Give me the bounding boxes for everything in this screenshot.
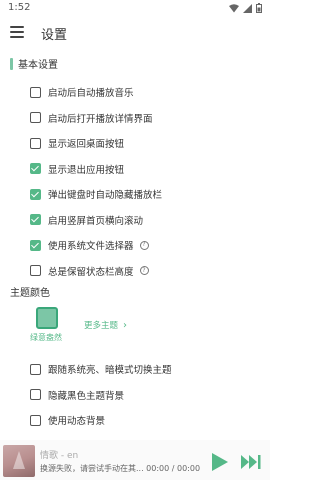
checkbox-checked[interactable]: [30, 188, 41, 200]
help-icon[interactable]: ?: [139, 266, 149, 275]
section-title-theme: 主题颜色: [10, 288, 50, 299]
status-bar: 1:52: [0, 0, 270, 18]
wifi-icon: [229, 3, 239, 12]
setting-row[interactable]: 启用竖屏首页横向滚动: [30, 211, 143, 229]
setting-label: 启用竖屏首页横向滚动: [48, 215, 144, 227]
setting-row[interactable]: 跟随系统亮、暗模式切换主题: [30, 360, 172, 378]
section-accent-bar: [10, 57, 13, 70]
setting-row[interactable]: 使用系统文件选择器?: [30, 236, 149, 254]
checkbox-unchecked[interactable]: [30, 363, 41, 375]
status-icons: [229, 3, 262, 13]
checkbox-checked[interactable]: [30, 239, 41, 251]
setting-label: 使用动态背景: [48, 416, 106, 427]
setting-label: 显示退出应用按钮: [48, 164, 125, 176]
song-status: 换源失败，请尝试手动在其... 00:00 / 00:00: [40, 464, 201, 473]
checkbox-checked[interactable]: [30, 214, 41, 225]
setting-label: 跟随系统亮、暗模式切换主题: [48, 365, 172, 376]
status-time: 1:52: [8, 2, 31, 13]
help-icon[interactable]: ?: [139, 240, 149, 250]
checkbox-unchecked[interactable]: [30, 137, 41, 149]
setting-label: 隐藏黑色主题背景: [48, 390, 125, 402]
setting-row[interactable]: 弹出键盘时自动隐藏播放栏: [30, 185, 162, 203]
checkbox-checked[interactable]: [30, 163, 41, 174]
checkbox-unchecked[interactable]: [30, 389, 41, 400]
play-icon[interactable]: [209, 452, 229, 472]
setting-row[interactable]: 启动后打开播放详情界面: [30, 109, 153, 127]
page-title: 设置: [41, 28, 68, 43]
checkbox-unchecked[interactable]: [30, 414, 41, 426]
theme-swatch-selected[interactable]: [36, 307, 58, 329]
checkbox-unchecked[interactable]: [30, 265, 41, 276]
more-themes-button[interactable]: 更多主题 ›: [84, 319, 128, 332]
album-cover[interactable]: [3, 445, 35, 477]
setting-row[interactable]: 启动后自动播放音乐: [30, 83, 134, 101]
section-heading-basic: 基本设置: [10, 56, 58, 71]
setting-label: 显示返回桌面按钮: [48, 139, 125, 150]
song-title: 情歌 - en: [40, 451, 79, 461]
chevron-right-icon: ›: [123, 319, 128, 331]
next-track-icon[interactable]: [240, 454, 262, 470]
setting-row[interactable]: 显示返回桌面按钮: [30, 134, 124, 152]
player-bar[interactable]: 情歌 - en 换源失败，请尝试手动在其... 00:00 / 00:00: [0, 440, 270, 480]
setting-row[interactable]: 总是保留状态栏高度?: [30, 262, 149, 280]
setting-label: 启动后打开播放详情界面: [48, 113, 153, 125]
checkbox-unchecked[interactable]: [30, 86, 41, 98]
more-themes-label: 更多主题: [84, 321, 119, 331]
setting-row[interactable]: 使用动态背景: [30, 411, 105, 429]
section-title-basic: 基本设置: [18, 60, 58, 71]
setting-label: 使用系统文件选择器: [48, 241, 134, 252]
menu-icon[interactable]: [10, 26, 24, 38]
setting-row[interactable]: 隐藏黑色主题背景: [30, 386, 124, 404]
setting-label: 总是保留状态栏高度: [48, 266, 134, 278]
setting-label: 启动后自动播放音乐: [48, 88, 134, 99]
signal-icon: [243, 3, 252, 13]
section-heading-theme: 主题颜色: [10, 284, 50, 299]
setting-label: 弹出键盘时自动隐藏播放栏: [48, 190, 163, 201]
app-bar: 设置: [0, 18, 270, 48]
theme-name: 绿意盎然: [30, 333, 62, 342]
battery-icon: [256, 3, 262, 13]
checkbox-unchecked[interactable]: [30, 112, 41, 123]
setting-row[interactable]: 显示退出应用按钮: [30, 160, 124, 178]
